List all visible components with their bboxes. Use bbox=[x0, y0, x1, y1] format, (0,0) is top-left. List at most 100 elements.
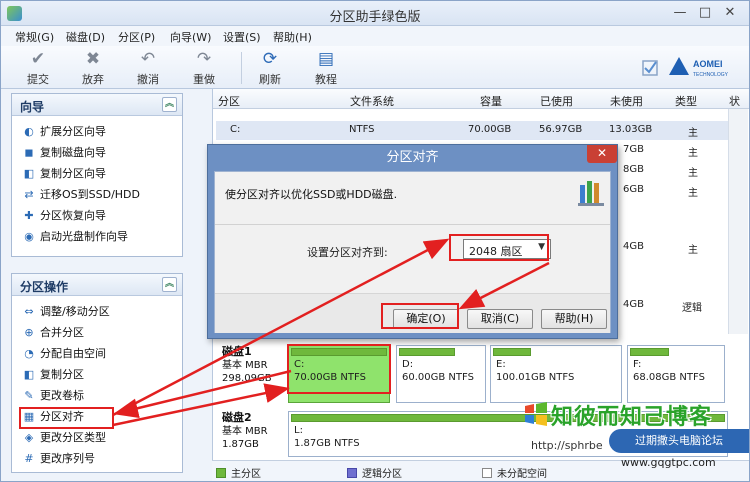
refresh-label: 刷新 bbox=[259, 73, 281, 86]
collapse-icon[interactable]: ︽ bbox=[162, 277, 177, 292]
logical-swatch bbox=[347, 468, 357, 478]
tutorial-button[interactable]: ▤ 教程 bbox=[306, 49, 346, 87]
close-icon[interactable]: ✕ bbox=[719, 5, 741, 21]
watermark-url: http://sphrbe bbox=[531, 439, 603, 452]
minimize-icon[interactable]: — bbox=[669, 5, 691, 21]
wizard-partition-recovery[interactable]: ✚ 分区恢复向导 bbox=[12, 205, 182, 226]
disk1-partition-e[interactable]: E: 100.01GB NTFS bbox=[490, 345, 622, 403]
watermark: 知彼而知己博客 http://sphrbe 过期撒头电脑论坛 www.gqgtp… bbox=[521, 399, 749, 481]
menu-general[interactable]: 常规(G) bbox=[15, 29, 54, 45]
menu-wizard[interactable]: 向导(W) bbox=[170, 29, 211, 45]
op-resize-move[interactable]: ⇔ 调整/移动分区 bbox=[12, 301, 182, 322]
op-change-label[interactable]: ✎ 更改卷标 bbox=[12, 385, 182, 406]
disk1-partition-f[interactable]: F: 68.08GB NTFS bbox=[627, 345, 725, 403]
refresh-button[interactable]: ⟳ 刷新 bbox=[250, 49, 290, 87]
dialog-description: 使分区对齐以优化SSD或HDD磁盘. bbox=[225, 188, 398, 201]
allocate-icon: ◔ bbox=[24, 347, 34, 360]
highlight-select bbox=[449, 234, 549, 261]
cell-used: 56.97GB bbox=[539, 124, 583, 135]
menu-partition[interactable]: 分区(P) bbox=[118, 29, 155, 45]
disk1-info[interactable]: 磁盘1 基本 MBR 298.09GB bbox=[217, 343, 287, 405]
help-button[interactable]: 帮助(H) bbox=[541, 309, 607, 329]
cell-type: 主 bbox=[688, 188, 698, 199]
op-copy-partition[interactable]: ◧ 复制分区 bbox=[12, 364, 182, 385]
op-allocate-free[interactable]: ◔ 分配自由空间 bbox=[12, 343, 182, 364]
migrate-os-icon: ⇄ bbox=[24, 188, 34, 201]
discard-label: 放弃 bbox=[82, 73, 104, 86]
op-item-label: 更改分区类型 bbox=[40, 431, 106, 444]
window-title: 分区助手绿色版 bbox=[329, 10, 421, 25]
cell-type: 主 bbox=[688, 128, 698, 139]
disk1-partition-d[interactable]: D: 60.00GB NTFS bbox=[396, 345, 486, 403]
partition-label: L: bbox=[294, 425, 303, 436]
redo-label: 重做 bbox=[193, 73, 215, 86]
ops-panel-header: 分区操作 ︽ bbox=[12, 274, 182, 296]
wizard-panel-title: 向导 bbox=[20, 100, 45, 114]
col-filesystem[interactable]: 文件系统 bbox=[350, 93, 394, 109]
legend-logical: 逻辑分区 bbox=[347, 465, 402, 480]
disk1-kind: 基本 MBR bbox=[222, 360, 268, 371]
col-status[interactable]: 状 bbox=[729, 93, 740, 109]
unallocated-swatch bbox=[482, 468, 492, 478]
partition-detail: 60.00GB NTFS bbox=[402, 372, 474, 383]
wizard-extend-partition[interactable]: ◐ 扩展分区向导 bbox=[12, 121, 182, 142]
undo-button[interactable]: ↶ 撤消 bbox=[128, 49, 168, 87]
collapse-icon[interactable]: ︽ bbox=[162, 97, 177, 112]
maximize-icon[interactable]: □ bbox=[694, 5, 716, 21]
op-change-serial[interactable]: # 更改序列号 bbox=[12, 448, 182, 469]
serial-icon: # bbox=[24, 452, 34, 465]
wizard-copy-disk[interactable]: ◼ 复制磁盘向导 bbox=[12, 142, 182, 163]
dialog-close-icon[interactable]: ✕ bbox=[587, 145, 617, 163]
menu-help[interactable]: 帮助(H) bbox=[273, 29, 312, 45]
resize-icon: ⇔ bbox=[24, 305, 34, 318]
align-to-label: 设置分区对齐到: bbox=[307, 246, 388, 259]
table-header: 分区 文件系统 容量 已使用 未使用 类型 状 bbox=[213, 89, 749, 109]
vertical-scrollbar[interactable] bbox=[728, 109, 748, 334]
highlight-align-item bbox=[19, 407, 114, 429]
submit-label: 提交 bbox=[27, 73, 49, 86]
op-merge[interactable]: ⊕ 合并分区 bbox=[12, 322, 182, 343]
cancel-button[interactable]: 取消(C) bbox=[467, 309, 533, 329]
redo-icon: ↷ bbox=[196, 49, 212, 69]
undo-label: 撤消 bbox=[137, 73, 159, 86]
primary-swatch bbox=[216, 468, 226, 478]
watermark-site: www.gqgtpc.com bbox=[621, 456, 716, 469]
op-change-type[interactable]: ◈ 更改分区类型 bbox=[12, 427, 182, 448]
cell-type: 主 bbox=[688, 245, 698, 256]
undo-icon: ↶ bbox=[140, 49, 156, 69]
cell-free: 6GB bbox=[623, 184, 644, 195]
refresh-icon: ⟳ bbox=[262, 49, 278, 69]
watermark-forum: 过期撒头电脑论坛 bbox=[609, 429, 749, 453]
col-capacity[interactable]: 容量 bbox=[480, 93, 502, 109]
align-bars-icon bbox=[578, 181, 604, 206]
partition-detail: 68.08GB NTFS bbox=[633, 372, 705, 383]
table-row[interactable]: C: NTFS 70.00GB 56.97GB 13.03GB 主 bbox=[216, 121, 736, 140]
col-type[interactable]: 类型 bbox=[675, 93, 697, 109]
wizard-copy-partition[interactable]: ◧ 复制分区向导 bbox=[12, 163, 182, 184]
col-used[interactable]: 已使用 bbox=[540, 93, 573, 109]
wizard-migrate-os[interactable]: ⇄ 迁移OS到SSD/HDD bbox=[12, 184, 182, 205]
wizard-boot-disc[interactable]: ◉ 启动光盘制作向导 bbox=[12, 226, 182, 247]
col-partition[interactable]: 分区 bbox=[218, 93, 240, 109]
dialog-separator bbox=[215, 224, 610, 225]
menu-settings[interactable]: 设置(S) bbox=[223, 29, 261, 45]
wizard-item-label: 复制分区向导 bbox=[40, 167, 106, 180]
redo-button[interactable]: ↷ 重做 bbox=[184, 49, 224, 87]
col-free[interactable]: 未使用 bbox=[610, 93, 643, 109]
op-item-label: 更改序列号 bbox=[40, 452, 95, 465]
cell-capacity: 70.00GB bbox=[468, 124, 512, 135]
menu-disk[interactable]: 磁盘(D) bbox=[66, 29, 105, 45]
cell-free: 8GB bbox=[623, 164, 644, 175]
label-icon: ✎ bbox=[24, 389, 34, 402]
check-icon: ✔ bbox=[30, 49, 46, 69]
logo-sub: TECHNOLOGY bbox=[693, 72, 729, 78]
op-item-label: 合并分区 bbox=[40, 326, 84, 339]
disk2-size: 1.87GB bbox=[222, 439, 259, 450]
app-window: 分区助手绿色版 — □ ✕ 常规(G) 磁盘(D) 分区(P) 向导(W) 设置… bbox=[0, 0, 750, 482]
partition-detail: 100.01GB NTFS bbox=[496, 372, 575, 383]
discard-button[interactable]: ✖ 放弃 bbox=[73, 49, 113, 87]
cell-free: 4GB bbox=[623, 299, 644, 310]
highlight-ok-button bbox=[381, 303, 459, 329]
legend-primary-label: 主分区 bbox=[231, 469, 261, 480]
submit-button[interactable]: ✔ 提交 bbox=[18, 49, 58, 87]
